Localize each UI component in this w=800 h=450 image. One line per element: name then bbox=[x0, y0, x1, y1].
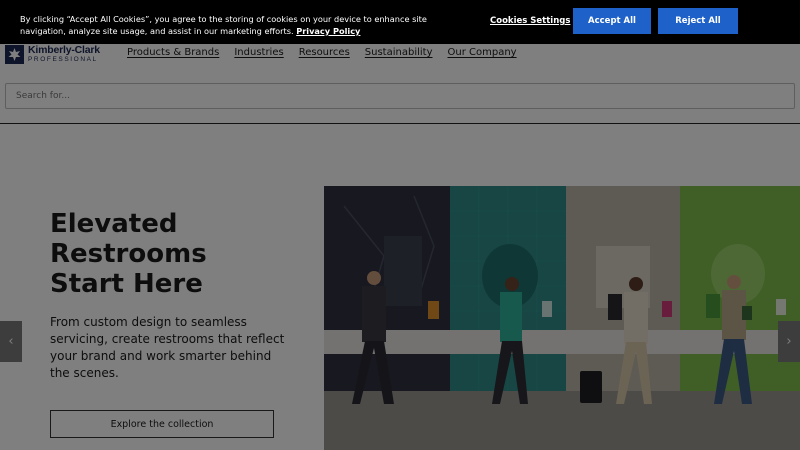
cookie-banner: By clicking “Accept All Cookies”, you ag… bbox=[0, 0, 800, 44]
cookie-consent-text: By clicking “Accept All Cookies”, you ag… bbox=[20, 13, 440, 37]
accept-all-button[interactable]: Accept All bbox=[573, 8, 651, 34]
reject-all-button[interactable]: Reject All bbox=[658, 8, 738, 34]
dim-overlay bbox=[0, 0, 800, 450]
cookies-settings-link[interactable]: Cookies Settings bbox=[490, 16, 570, 26]
privacy-policy-link[interactable]: Privacy Policy bbox=[296, 26, 360, 36]
cookie-consent-message: By clicking “Accept All Cookies”, you ag… bbox=[20, 14, 427, 36]
